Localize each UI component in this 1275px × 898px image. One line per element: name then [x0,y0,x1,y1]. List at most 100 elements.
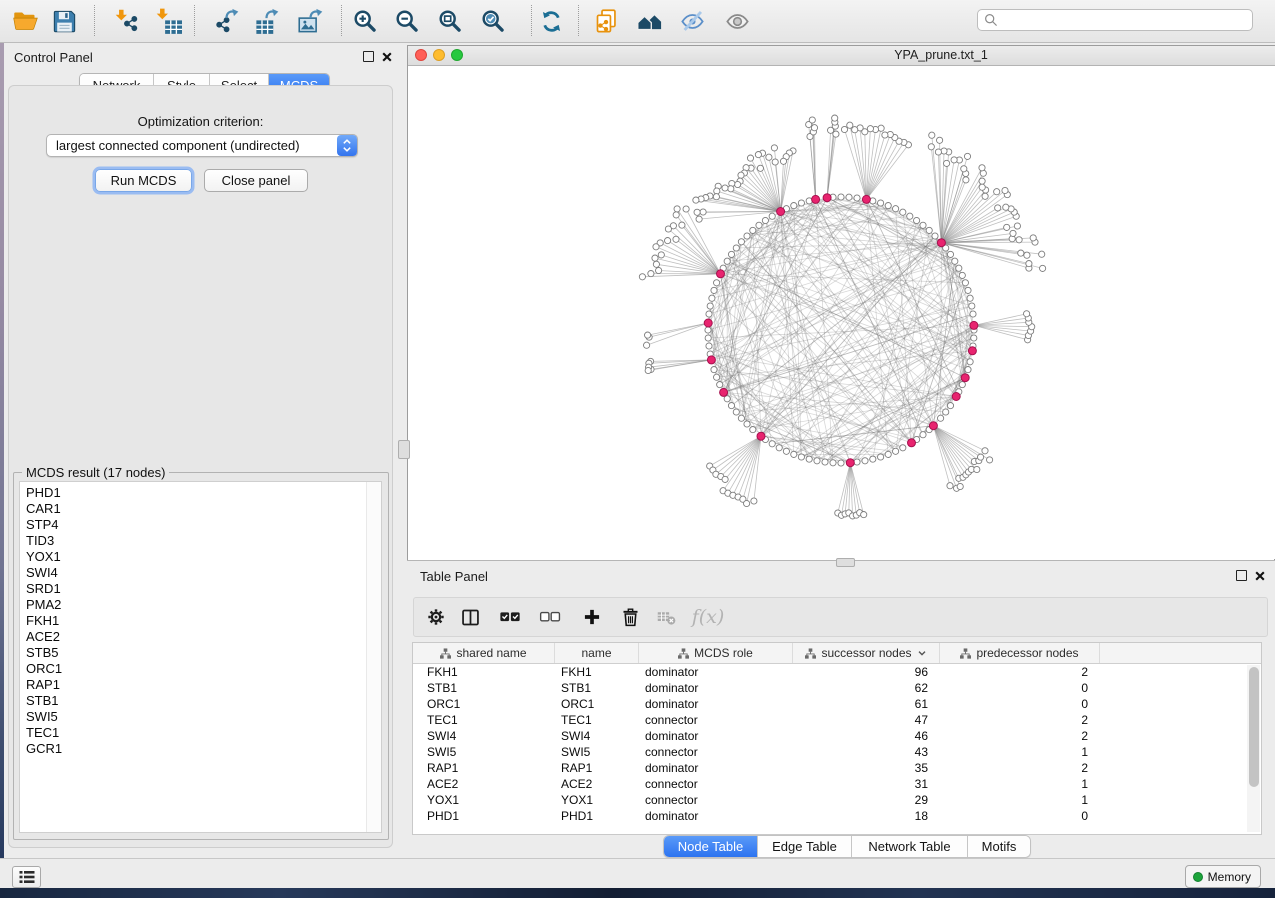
table-row[interactable]: RAP1RAP1dominator352 [413,760,1261,776]
criterion-select[interactable]: largest connected component (undirected) [46,134,358,157]
run-mcds-button[interactable]: Run MCDS [95,169,192,192]
column-header-MCDS-role[interactable]: MCDS role [639,643,793,663]
shared-column-icon [678,648,689,659]
table-scrollbar-thumb[interactable] [1249,667,1259,787]
cell-MCDS-role: dominator [639,681,793,695]
mcds-result-list[interactable]: PHD1CAR1STP4TID3YOX1SWI4SRD1PMA2FKH1ACE2… [19,481,382,833]
table-scrollbar[interactable] [1247,665,1260,832]
export-image-button[interactable] [291,3,329,39]
close-table-panel-icon[interactable] [1255,571,1265,581]
close-panel-icon[interactable] [382,52,392,62]
task-history-button[interactable] [12,866,41,888]
mcds-result-item[interactable]: TEC1 [20,725,366,741]
mcds-result-item[interactable]: TID3 [20,533,366,549]
export-network-button[interactable] [207,3,245,39]
float-table-panel-icon[interactable] [1236,570,1247,581]
tab-motifs[interactable]: Motifs [968,836,1030,857]
mcds-result-item[interactable]: YOX1 [20,549,366,565]
deselect-all-button[interactable] [533,600,567,634]
list-scrollbar[interactable] [366,482,381,832]
export-image-icon [297,8,324,35]
mcds-result-item[interactable]: PMA2 [20,597,366,613]
column-header-name[interactable]: name [555,643,639,663]
toggle-details-button[interactable] [673,3,711,39]
mcds-result-item[interactable]: GCR1 [20,741,366,757]
export-table-button[interactable] [247,3,285,39]
memory-button[interactable]: Memory [1185,865,1261,888]
cell-predecessor-nodes: 2 [940,761,1100,775]
table-row[interactable]: FKH1FKH1dominator962 [413,664,1261,680]
deselect-all-icon [539,606,561,628]
network-graph[interactable] [408,66,1274,560]
zoom-out-button[interactable] [388,3,426,39]
search-input[interactable] [1002,12,1252,28]
close-panel-button[interactable]: Close panel [204,169,308,192]
tab-network-table[interactable]: Network Table [852,836,968,857]
cell-MCDS-role: connector [639,745,793,759]
table-row[interactable]: ORC1ORC1dominator610 [413,696,1261,712]
memory-label: Memory [1208,870,1251,884]
network-window-titlebar[interactable]: YPA_prune.txt_1 [408,46,1275,66]
mcds-result-item[interactable]: PHD1 [20,485,366,501]
search-box[interactable] [977,9,1253,31]
window-minimize-icon[interactable] [433,49,445,61]
save-button[interactable] [45,3,83,39]
optimization-criterion-label: Optimization criterion: [9,114,392,129]
panel-divider-grip[interactable] [398,440,410,459]
cell-MCDS-role: dominator [639,761,793,775]
import-network-button[interactable] [108,3,146,39]
mcds-result-item[interactable]: CAR1 [20,501,366,517]
table-row[interactable]: SWI4SWI4dominator462 [413,728,1261,744]
table-row[interactable]: TEC1TEC1connector472 [413,712,1261,728]
mcds-result-item[interactable]: ACE2 [20,629,366,645]
mcds-result-item[interactable]: SWI5 [20,709,366,725]
task-list-icon [19,870,35,884]
tab-node-table[interactable]: Node Table [664,836,758,857]
cell-shared-name: TEC1 [413,713,555,727]
zoom-selected-button[interactable] [474,3,512,39]
table-panel-title: Table Panel [420,569,488,584]
table-panel-divider-grip[interactable] [836,558,855,567]
open-button[interactable] [6,3,44,39]
add-button[interactable] [575,600,609,634]
table-row[interactable]: PHD1PHD1dominator180 [413,808,1261,824]
column-header-shared-name[interactable]: shared name [413,643,555,663]
select-all-button[interactable] [493,600,527,634]
delete-button[interactable] [613,600,647,634]
settings-button[interactable] [419,600,453,634]
mcds-result-item[interactable]: FKH1 [20,613,366,629]
network-canvas[interactable] [408,66,1274,560]
zoom-in-button[interactable] [346,3,384,39]
mcds-result-item[interactable]: SRD1 [20,581,366,597]
table-row[interactable]: SWI5SWI5connector431 [413,744,1261,760]
cell-shared-name: PHD1 [413,809,555,823]
mcds-result-item[interactable]: RAP1 [20,677,366,693]
columns-button[interactable] [453,600,487,634]
tab-edge-table[interactable]: Edge Table [758,836,852,857]
zoom-fit-button[interactable] [431,3,469,39]
mcds-result-item[interactable]: STP4 [20,517,366,533]
column-header-successor-nodes[interactable]: successor nodes [793,643,940,663]
mcds-result-item[interactable]: SWI4 [20,565,366,581]
select-all-icon [499,606,521,628]
network-home-button[interactable] [630,3,668,39]
mcds-result-item[interactable]: ORC1 [20,661,366,677]
clone-network-button[interactable] [587,3,625,39]
mcds-result-item[interactable]: STB5 [20,645,366,661]
cell-predecessor-nodes: 1 [940,745,1100,759]
status-bar: Memory [0,858,1275,888]
column-header-predecessor-nodes[interactable]: predecessor nodes [940,643,1100,663]
mcds-result-item[interactable]: STB1 [20,693,366,709]
zoom-fit-icon [437,8,464,35]
window-zoom-icon[interactable] [451,49,463,61]
float-panel-icon[interactable] [363,51,374,62]
network-window-title: YPA_prune.txt_1 [894,48,988,62]
refresh-button[interactable] [532,3,570,39]
import-table-button[interactable] [149,3,187,39]
window-close-icon[interactable] [415,49,427,61]
table-row[interactable]: YOX1YOX1connector291 [413,792,1261,808]
show-hide-panel-button[interactable] [718,3,756,39]
control-panel-title: Control Panel [14,50,93,65]
table-row[interactable]: ACE2ACE2connector311 [413,776,1261,792]
table-row[interactable]: STB1STB1dominator620 [413,680,1261,696]
